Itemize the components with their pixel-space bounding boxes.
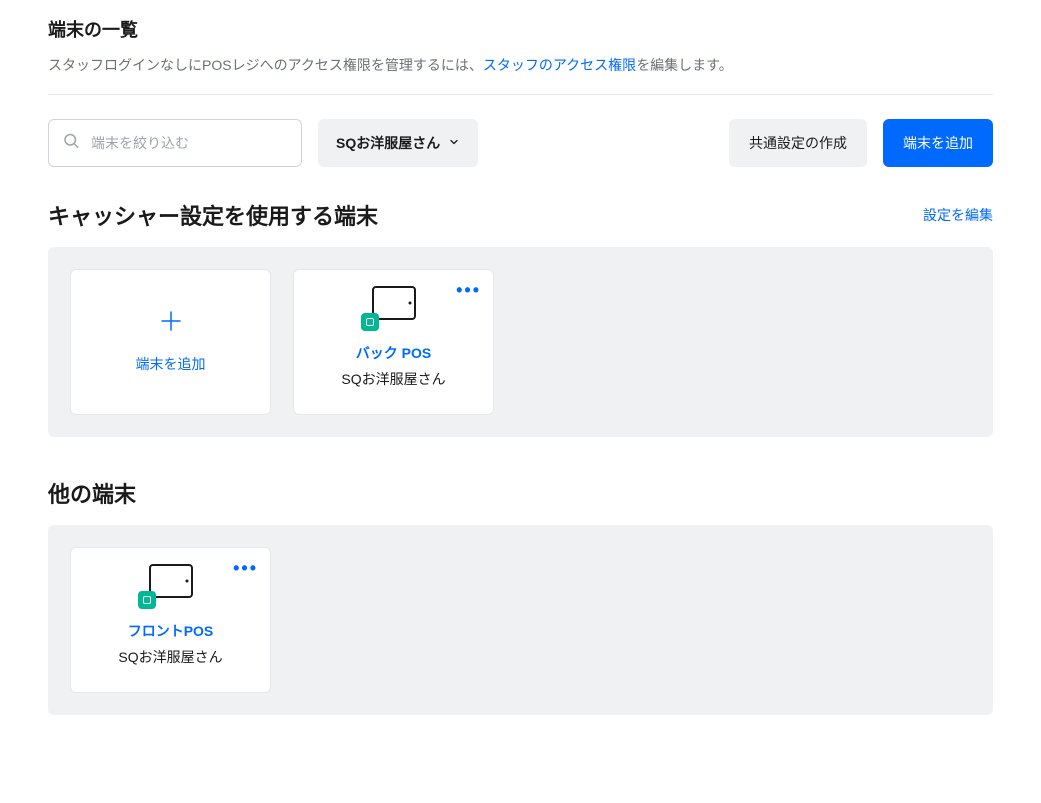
card-grid-cashier: 端末を追加 ••• バック POS SQお洋服屋さん (48, 247, 993, 437)
device-location: SQお洋服屋さん (118, 647, 222, 667)
device-icon (149, 564, 193, 603)
device-icon (372, 286, 416, 325)
page-title: 端末の一覧 (48, 16, 993, 42)
location-selected-label: SQお洋服屋さん (336, 133, 440, 153)
subtitle-prefix: スタッフログインなしにPOSレジへのアクセス権限を管理するには、 (48, 57, 483, 73)
add-device-card[interactable]: 端末を追加 (70, 269, 271, 415)
more-icon[interactable]: ••• (456, 280, 481, 301)
staff-permissions-link[interactable]: スタッフのアクセス権限 (483, 57, 636, 73)
create-shared-settings-button[interactable]: 共通設定の作成 (729, 119, 867, 167)
section-header-cashier: キャッシャー設定を使用する端末 設定を編集 (48, 199, 993, 231)
square-badge-icon (138, 591, 156, 609)
section-header-other: 他の端末 (48, 477, 993, 509)
edit-settings-link[interactable]: 設定を編集 (923, 205, 993, 225)
more-icon[interactable]: ••• (233, 558, 258, 579)
search-input[interactable] (48, 119, 302, 167)
divider (48, 94, 993, 95)
add-device-card-label: 端末を追加 (136, 354, 206, 374)
device-card[interactable]: ••• バック POS SQお洋服屋さん (293, 269, 494, 415)
section-title-cashier: キャッシャー設定を使用する端末 (48, 199, 378, 231)
device-card[interactable]: ••• フロントPOS SQお洋服屋さん (70, 547, 271, 693)
location-dropdown[interactable]: SQお洋服屋さん (318, 119, 478, 167)
toolbar: SQお洋服屋さん 共通設定の作成 端末を追加 (48, 119, 993, 167)
device-location: SQお洋服屋さん (341, 369, 445, 389)
card-grid-other: ••• フロントPOS SQお洋服屋さん (48, 525, 993, 715)
page-subtitle: スタッフログインなしにPOSレジへのアクセス権限を管理するには、スタッフのアクセ… (48, 54, 993, 78)
subtitle-suffix: を編集します。 (636, 57, 733, 73)
plus-icon (159, 309, 183, 338)
section-title-other: 他の端末 (48, 477, 136, 509)
add-device-button[interactable]: 端末を追加 (883, 119, 993, 167)
device-name: バック POS (356, 343, 431, 363)
device-name: フロントPOS (128, 621, 214, 641)
square-badge-icon (361, 313, 379, 331)
chevron-down-icon (448, 135, 460, 151)
search-wrap (48, 119, 302, 167)
